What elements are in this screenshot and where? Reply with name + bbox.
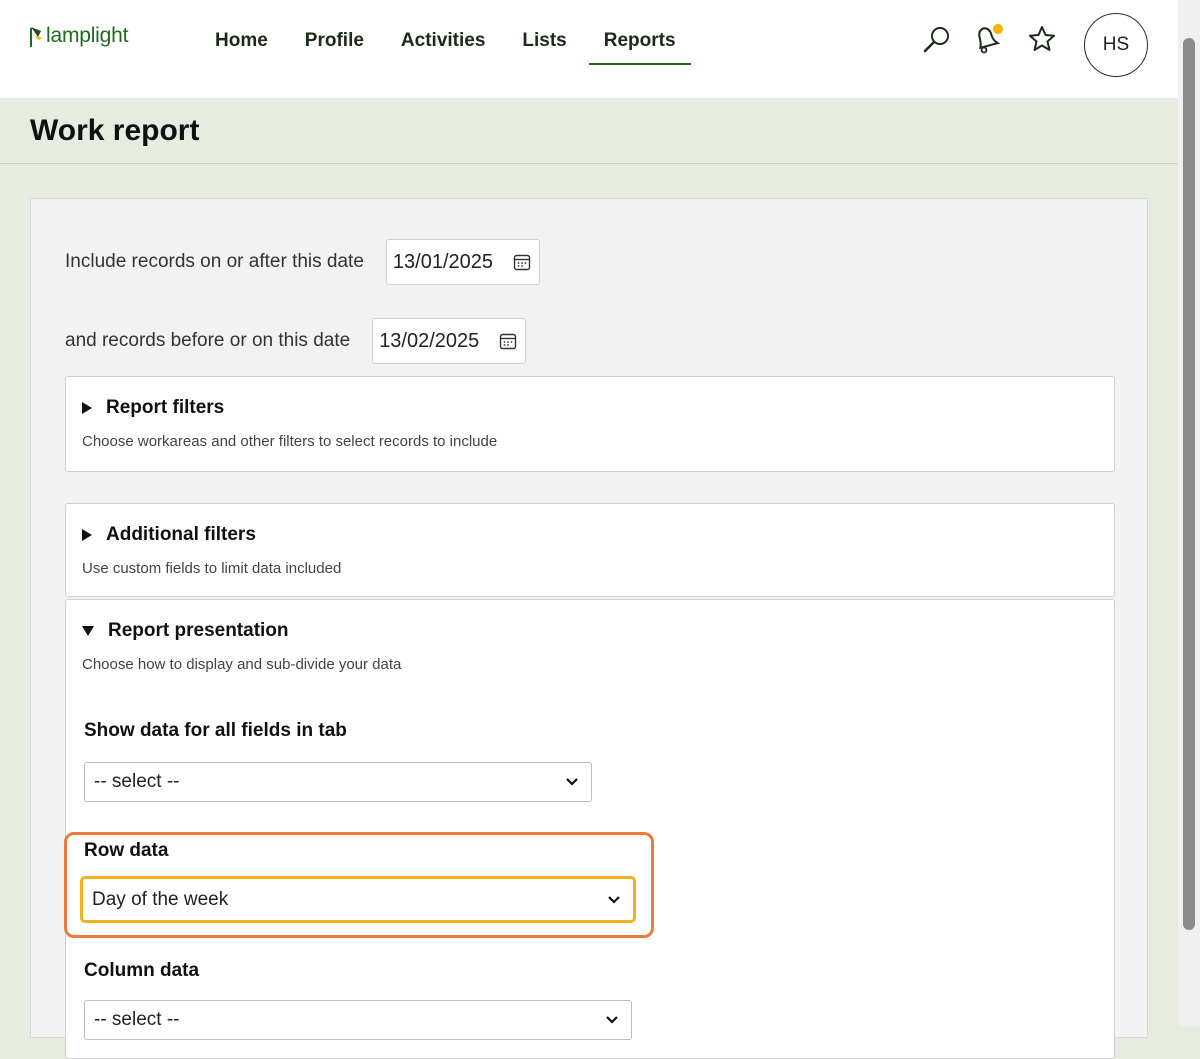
additional-filters-toggle[interactable]: Additional filters — [82, 524, 256, 546]
calendar-icon[interactable] — [513, 253, 531, 271]
show-all-fields-label: Show data for all fields in tab — [84, 720, 347, 741]
calendar-icon[interactable] — [499, 332, 517, 350]
row-data-value: Day of the week — [92, 888, 229, 910]
user-avatar[interactable]: HS — [1084, 13, 1148, 77]
row-data-label: Row data — [84, 840, 169, 861]
nav-home[interactable]: Home — [200, 0, 283, 98]
end-date-label: and records before or on this date — [65, 330, 351, 351]
start-date-value: 13/01/2025 — [392, 250, 493, 273]
expand-arrow-icon — [82, 402, 92, 414]
end-date-value: 13/02/2025 — [379, 329, 480, 352]
expand-arrow-icon — [82, 529, 92, 541]
page-title: Work report — [30, 114, 200, 147]
logo-text: lamplight — [46, 24, 129, 47]
additional-filters-section: Additional filters Use custom fields to … — [65, 503, 1115, 597]
report-presentation-description: Choose how to display and sub-divide you… — [82, 656, 402, 673]
notification-dot — [993, 24, 1003, 34]
report-filters-toggle[interactable]: Report filters — [82, 397, 224, 419]
nav-reports[interactable]: Reports — [588, 0, 691, 98]
report-presentation-section: Report presentation Choose how to displa… — [64, 599, 1115, 1059]
row-data-select[interactable]: Day of the week — [80, 876, 636, 923]
nav-profile[interactable]: Profile — [290, 0, 379, 98]
column-data-value: -- select -- — [94, 1009, 180, 1030]
additional-filters-title: Additional filters — [106, 524, 256, 545]
top-navigation-bar: lamplight Home Profile Activities Lists … — [0, 0, 1178, 98]
star-icon[interactable] — [1026, 22, 1058, 58]
report-form-panel: Include records on or after this date 13… — [30, 198, 1148, 1059]
nav-activities[interactable]: Activities — [386, 0, 500, 98]
start-date-input[interactable]: 13/01/2025 — [385, 239, 540, 285]
chevron-down-icon — [606, 1016, 618, 1024]
search-icon[interactable] — [920, 22, 952, 58]
chevron-down-icon — [608, 895, 620, 904]
collapse-arrow-icon — [82, 626, 94, 636]
report-presentation-toggle[interactable]: Report presentation — [82, 620, 289, 642]
additional-filters-description: Use custom fields to limit data included — [82, 560, 342, 577]
main-nav: Home Profile Activities Lists Reports — [200, 0, 698, 98]
report-filters-title: Report filters — [106, 397, 225, 418]
scrollbar-thumb[interactable] — [1183, 38, 1195, 930]
report-presentation-title: Report presentation — [108, 620, 289, 641]
start-date-label: Include records on or after this date — [65, 251, 364, 272]
page-header: Work report — [0, 98, 1178, 164]
report-filters-section: Report filters Choose workareas and othe… — [65, 376, 1115, 472]
show-all-fields-value: -- select -- — [94, 771, 180, 792]
end-date-input[interactable]: 13/02/2025 — [372, 318, 527, 364]
end-date-row: and records before or on this date 13/02… — [65, 318, 527, 364]
report-filters-description: Choose workareas and other filters to se… — [82, 433, 498, 450]
nav-lists[interactable]: Lists — [507, 0, 581, 98]
lamp-icon — [28, 24, 44, 48]
chevron-down-icon — [566, 778, 578, 786]
column-data-select[interactable]: -- select -- — [84, 1000, 632, 1040]
lamplight-logo[interactable]: lamplight — [28, 24, 128, 48]
bell-icon[interactable] — [970, 22, 1003, 58]
show-all-fields-select[interactable]: -- select -- — [84, 762, 592, 802]
column-data-label: Column data — [84, 960, 200, 981]
start-date-row: Include records on or after this date 13… — [65, 239, 540, 285]
